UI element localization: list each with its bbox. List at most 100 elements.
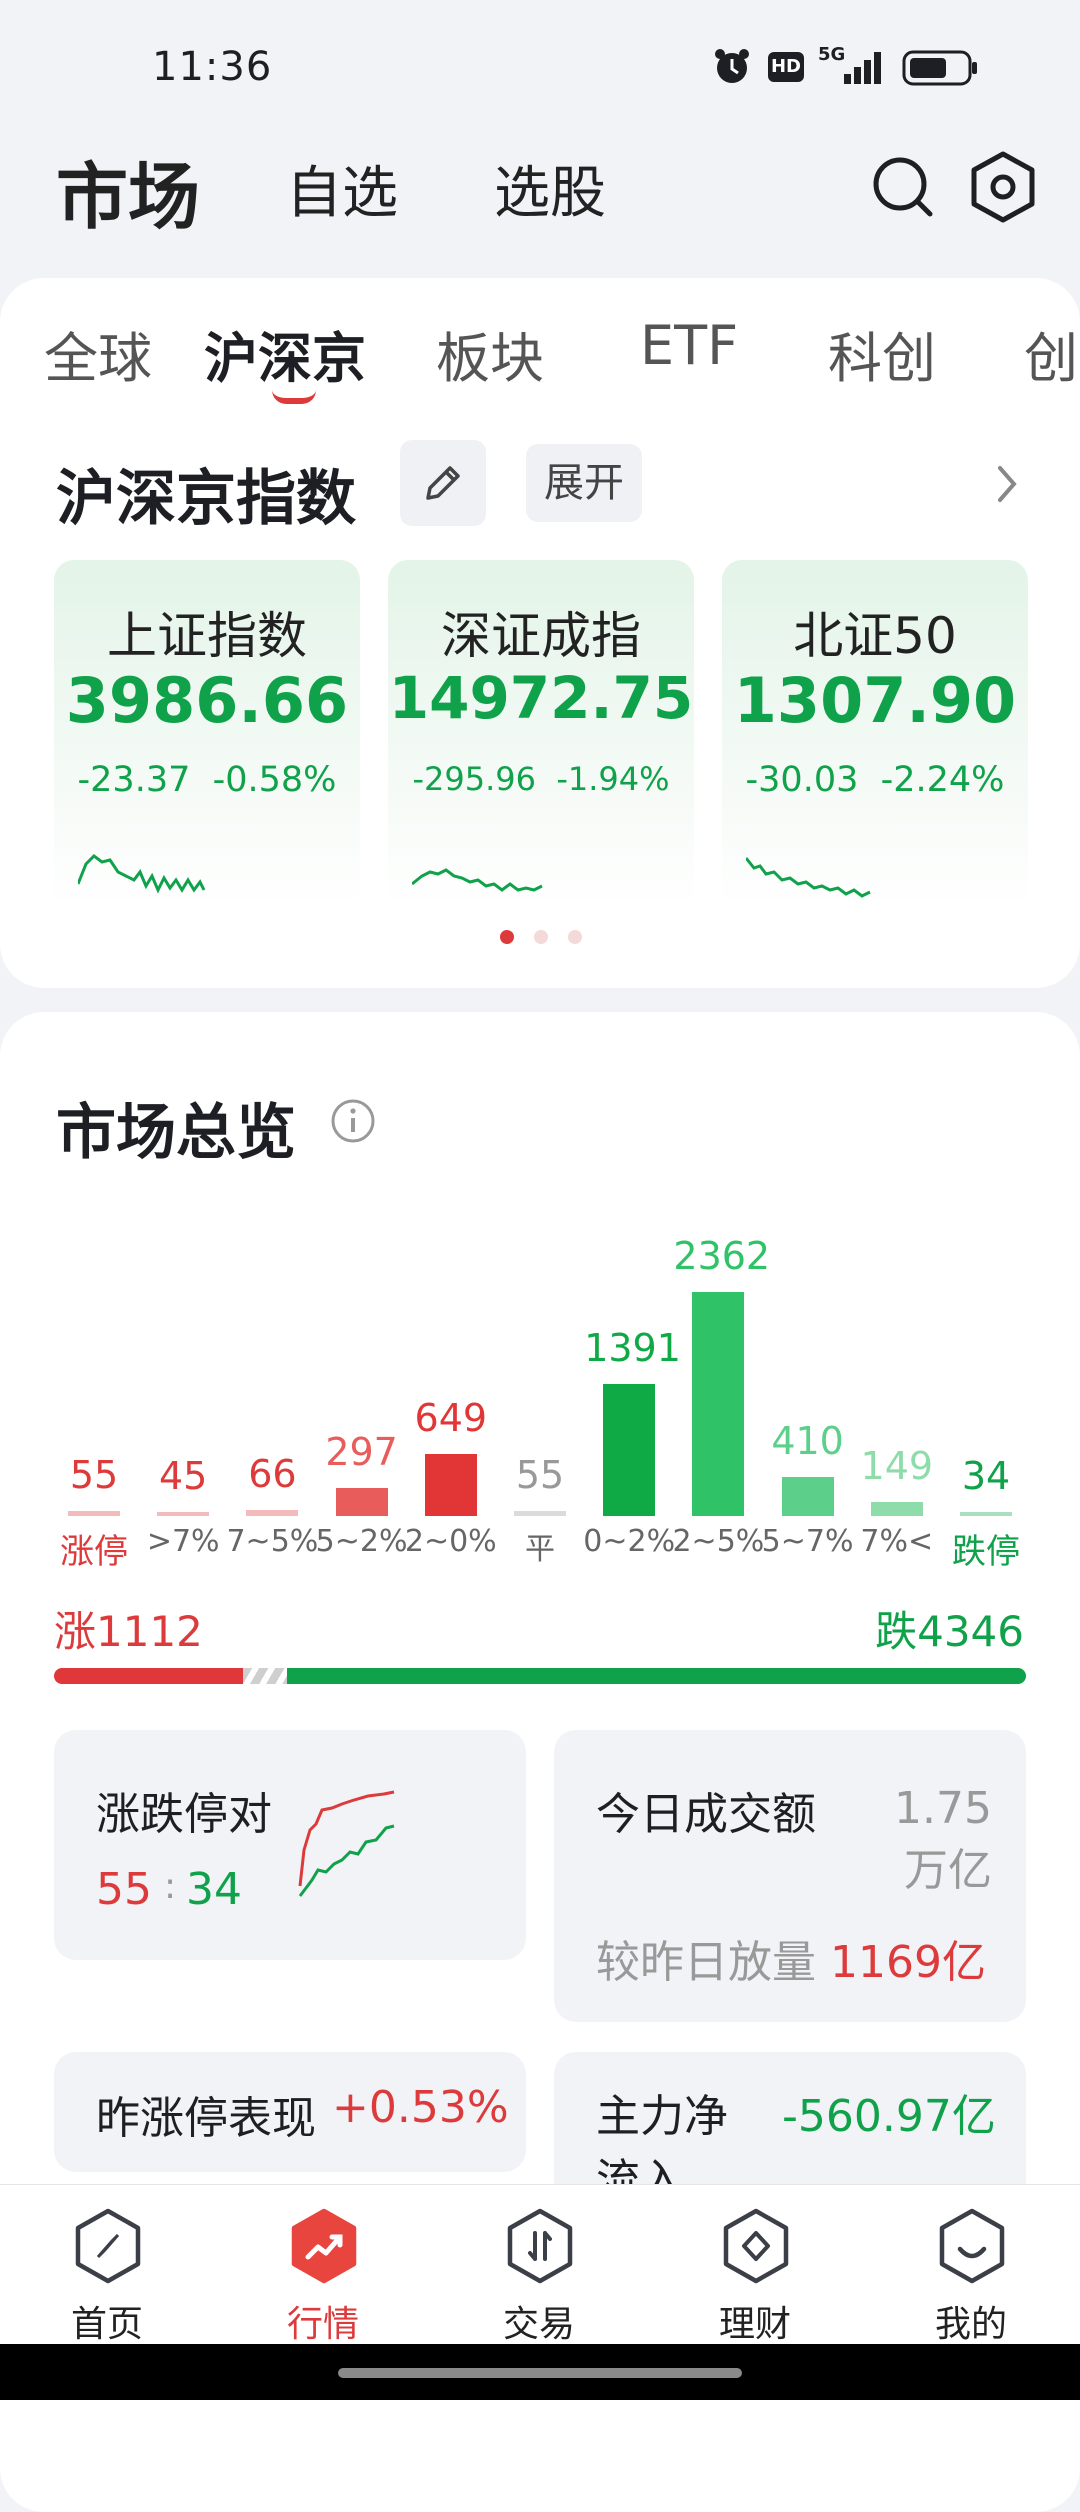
pencil-icon xyxy=(426,466,460,500)
page-dot xyxy=(568,930,582,944)
chart-value-label: 297 xyxy=(325,1429,398,1474)
tab-sectors[interactable]: 板块 xyxy=(436,314,544,393)
battery-icon xyxy=(902,50,977,86)
index-panel: 全球 沪深京 板块 ETF 科创 创 沪深京指数 展开 上证指数 3986.66… xyxy=(0,278,1080,988)
nav-home[interactable]: 首页 xyxy=(32,2195,182,2345)
chart-bar xyxy=(960,1512,1012,1516)
tab-global[interactable]: 全球 xyxy=(44,314,152,393)
chart-bar xyxy=(246,1509,299,1516)
nav-label: 我的 xyxy=(934,2304,1007,2345)
limit-down-count: 34 xyxy=(186,1864,242,1915)
index-price: 14972.75 xyxy=(388,664,694,732)
turnover-value: 1.75万亿 xyxy=(894,1783,992,1896)
index-section-title: 沪深京指数 xyxy=(56,464,356,534)
chart-category-label: 0~2% xyxy=(583,1524,676,1559)
status-bar: 11:36 HD 5G xyxy=(0,0,1080,130)
flat-portion xyxy=(243,1668,288,1684)
turnover-card[interactable]: 今日成交额 1.75万亿 较昨日放量 1169亿 xyxy=(554,1730,1026,2022)
profile-icon xyxy=(939,2208,1005,2284)
chart-bar xyxy=(157,1511,210,1516)
app-header: 市场 自选 选股 xyxy=(0,130,1080,280)
chart-value-label: 55 xyxy=(515,1452,565,1497)
limit-separator: : xyxy=(164,1866,177,1907)
index-price: 1307.90 xyxy=(733,664,1017,737)
turnover-compare-label: 较昨日放量 xyxy=(596,1937,816,1988)
system-nav-bar xyxy=(0,2344,1080,2400)
rise-count-label: 涨1112 xyxy=(54,1607,203,1656)
chart-value-label: 2362 xyxy=(673,1234,771,1278)
wealth-icon xyxy=(723,2208,789,2284)
chart-value-label: 45 xyxy=(159,1453,208,1498)
fall-portion xyxy=(287,1668,1026,1684)
limit-pair-card[interactable]: 涨跌停对 55 : 34 xyxy=(54,1730,526,1960)
chart-value-label: 410 xyxy=(771,1419,844,1464)
tab-star-market[interactable]: 科创 xyxy=(828,314,936,393)
chart-category-label: 7%< xyxy=(860,1524,934,1559)
bottom-nav: 首页 行情 交易 理财 我的 xyxy=(0,2184,1080,2345)
nav-label: 首页 xyxy=(70,2304,143,2345)
signal-icon xyxy=(844,52,881,84)
home-indicator[interactable] xyxy=(338,2368,742,2378)
index-card-shenzhen[interactable]: 深证成指 14972.75 -295.96 -1.94% xyxy=(388,560,694,910)
trend-icon xyxy=(291,2208,357,2284)
limit-pair-title: 涨跌停对 xyxy=(96,1789,272,1840)
chart-bar xyxy=(603,1384,656,1516)
limit-trend-sparkline xyxy=(298,1790,395,1897)
index-name: 深证成指 xyxy=(441,607,641,665)
index-sparkline xyxy=(412,868,543,892)
nav-trade[interactable]: 交易 xyxy=(464,2195,614,2345)
chart-value-label: 34 xyxy=(961,1454,1011,1498)
tab-stock-picker[interactable]: 选股 xyxy=(494,148,606,229)
index-change: -295.96 -1.94% xyxy=(412,760,670,798)
chart-bar xyxy=(68,1510,120,1516)
tab-chinext[interactable]: 创 xyxy=(1024,314,1078,393)
index-card-shanghai[interactable]: 上证指数 3986.66 -23.37 -0.58% xyxy=(54,560,360,910)
search-icon[interactable] xyxy=(870,154,936,220)
chart-category-label: 平 xyxy=(525,1532,555,1567)
chart-category-label: 5~7% xyxy=(761,1524,854,1559)
index-name: 上证指数 xyxy=(107,607,307,665)
nav-label: 行情 xyxy=(286,2304,359,2345)
chevron-right-icon[interactable] xyxy=(996,464,1020,504)
chart-bar xyxy=(781,1477,834,1516)
page-dot xyxy=(534,930,548,944)
limit-up-count: 55 xyxy=(96,1864,152,1915)
chart-category-label: 跌停 xyxy=(952,1532,1020,1572)
active-tab-indicator xyxy=(272,390,316,404)
chart-bar xyxy=(514,1510,566,1516)
chart-category-label: 2~0% xyxy=(404,1524,497,1559)
yesterday-limit-value: +0.53% xyxy=(332,2082,509,2133)
distribution-chart: 55 涨停 45 >7% 66 7~5% 297 5~2% 649 2~0% 55 平 1391 0~2%… xyxy=(0,1012,1080,1572)
chart-bar xyxy=(870,1501,923,1516)
expand-button[interactable]: 展开 xyxy=(526,444,642,522)
tab-shenzhen-shanghai-beijing[interactable]: 沪深京 xyxy=(204,314,366,393)
index-name: 北证50 xyxy=(793,607,957,665)
nav-wealth[interactable]: 理财 xyxy=(680,2195,830,2345)
yesterday-limit-title: 昨涨停表现 xyxy=(96,2093,316,2144)
index-sparkline xyxy=(746,857,871,898)
nav-profile[interactable]: 我的 xyxy=(896,2195,1046,2345)
chart-value-label: 649 xyxy=(414,1396,488,1441)
index-change: -30.03 -2.24% xyxy=(745,760,1005,800)
chart-value-label: 149 xyxy=(860,1443,934,1488)
nav-label: 交易 xyxy=(502,2304,575,2345)
fall-count-label: 跌4346 xyxy=(875,1607,1024,1656)
nav-market[interactable]: 行情 xyxy=(248,2195,398,2345)
tab-market[interactable]: 市场 xyxy=(56,138,200,243)
turnover-compare-value: 1169亿 xyxy=(830,1937,986,1988)
index-price: 3986.66 xyxy=(65,664,349,737)
settings-icon[interactable] xyxy=(968,150,1038,224)
turnover-title: 今日成交额 xyxy=(596,1789,816,1840)
trade-icon xyxy=(507,2208,573,2284)
edit-button[interactable] xyxy=(400,440,486,526)
yesterday-limit-card[interactable]: 昨涨停表现 +0.53% xyxy=(54,2052,526,2172)
tab-watchlist[interactable]: 自选 xyxy=(286,148,398,229)
main-flow-title-line1: 主力净 xyxy=(596,2091,728,2142)
index-card-beijing50[interactable]: 北证50 1307.90 -30.03 -2.24% xyxy=(722,560,1028,910)
chart-bar xyxy=(692,1292,745,1516)
rise-fall-ratio-bar xyxy=(54,1668,1026,1684)
status-time: 11:36 xyxy=(152,44,273,90)
nav-label: 理财 xyxy=(718,2304,791,2345)
tab-etf[interactable]: ETF xyxy=(640,314,738,377)
alarm-icon xyxy=(715,49,749,83)
